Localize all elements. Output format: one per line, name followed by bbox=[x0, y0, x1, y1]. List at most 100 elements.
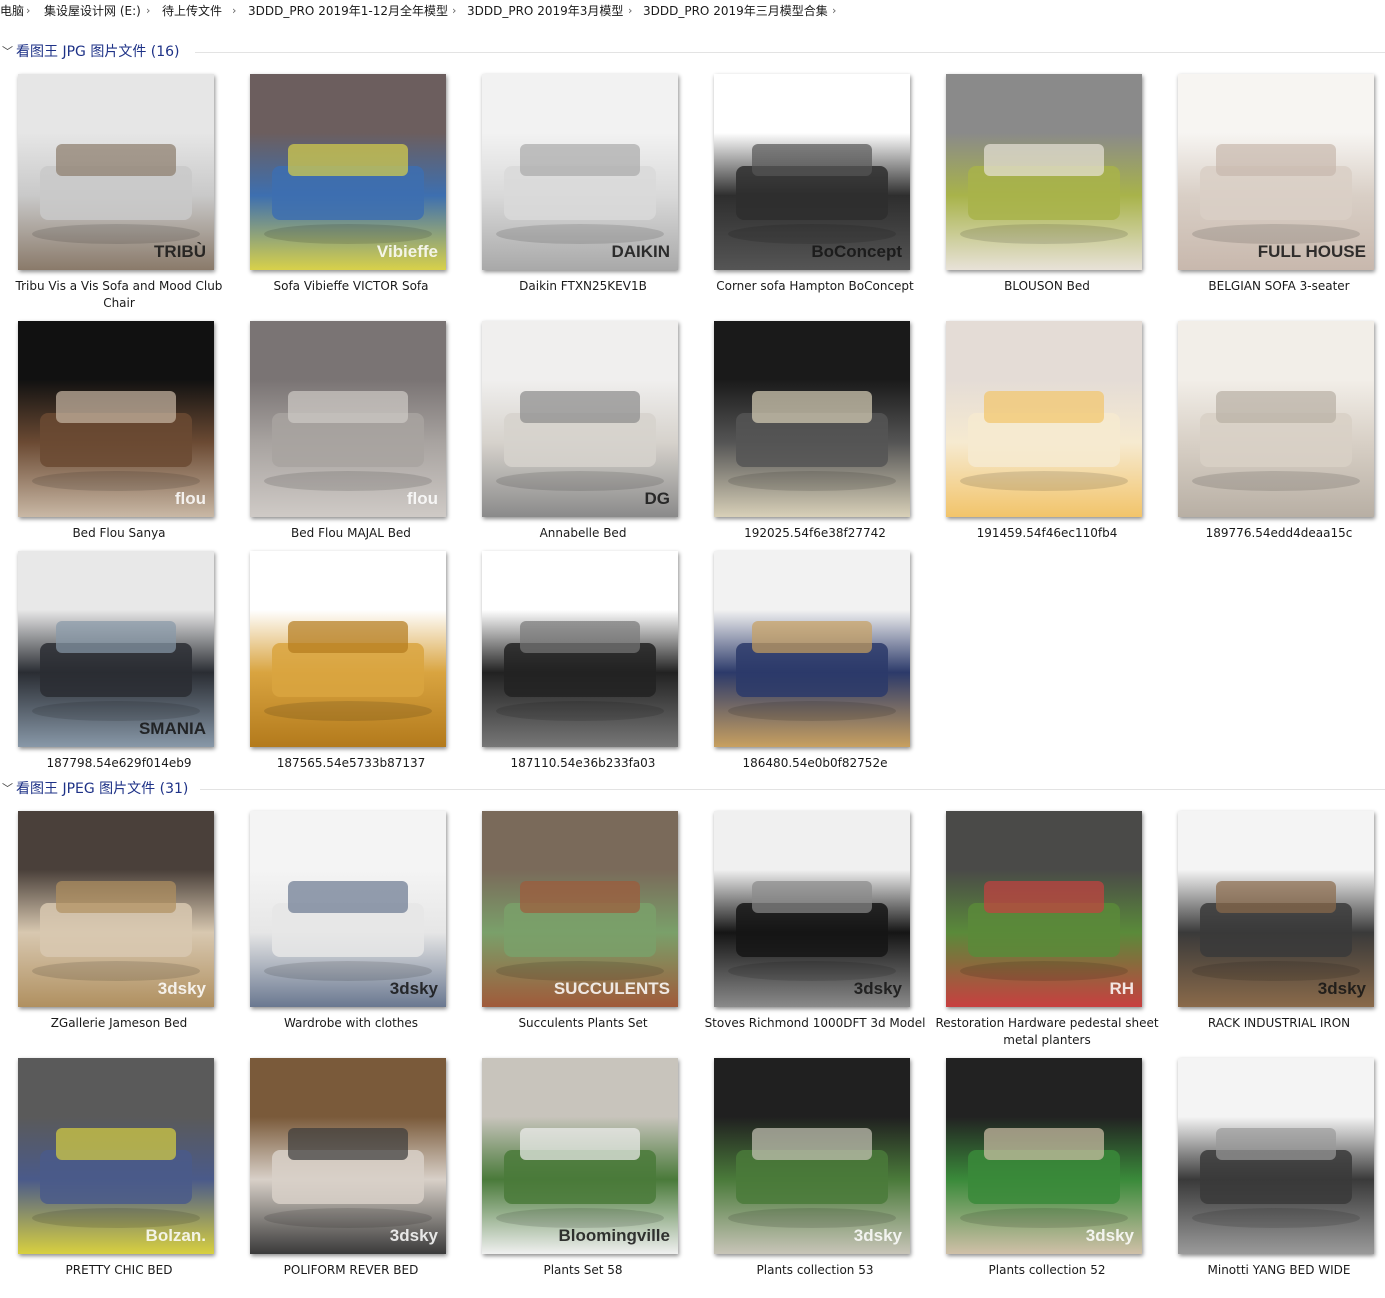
file-item[interactable]: Vibieffe Sofa Vibieffe VICTOR Sofa bbox=[232, 74, 462, 314]
thumbnail-image[interactable]: 3dsky bbox=[18, 811, 214, 1007]
object-shape bbox=[984, 881, 1104, 913]
file-name: POLIFORM REVER BED bbox=[283, 1263, 419, 1277]
breadcrumb-item[interactable]: 3DDD_PRO 2019年3月模型 bbox=[467, 0, 623, 22]
chevron-down-icon[interactable]: ﹀ bbox=[2, 40, 13, 64]
file-item[interactable]: 3dsky ZGallerie Jameson Bed bbox=[0, 811, 230, 1051]
file-item[interactable]: 186480.54e0b0f82752e bbox=[696, 551, 926, 791]
thumbnail-image[interactable]: DAIKIN bbox=[482, 74, 678, 270]
file-item[interactable]: 187565.54e5733b87137 bbox=[232, 551, 462, 791]
object-shape bbox=[56, 881, 176, 913]
object-shape bbox=[752, 144, 872, 176]
chevron-right-icon[interactable]: › bbox=[26, 0, 30, 22]
object-shadow bbox=[728, 1208, 896, 1228]
thumbnail-image[interactable]: 3dsky bbox=[714, 1058, 910, 1254]
file-item[interactable]: 3dsky Plants collection 53 bbox=[696, 1058, 926, 1298]
file-item[interactable]: Bolzan. PRETTY CHIC BED bbox=[0, 1058, 230, 1298]
file-item[interactable]: Bloomingville Plants Set 58 bbox=[464, 1058, 694, 1298]
file-item[interactable]: SMANIA 187798.54e629f014eb9 bbox=[0, 551, 230, 791]
object-shadow bbox=[32, 471, 200, 491]
file-name: Corner sofa Hampton BoConcept bbox=[716, 279, 914, 293]
chevron-right-icon[interactable]: › bbox=[232, 0, 236, 22]
object-shape bbox=[520, 391, 640, 423]
brand-watermark: flou bbox=[174, 489, 206, 508]
object-shape bbox=[984, 144, 1104, 176]
thumbnail-art bbox=[960, 144, 1128, 244]
thumbnail-art bbox=[496, 144, 664, 244]
thumbnail-image[interactable]: TRIBÙ bbox=[18, 74, 214, 270]
thumbnail-art bbox=[264, 881, 432, 981]
thumbnail-image[interactable] bbox=[946, 74, 1142, 270]
file-item[interactable]: Minotti YANG BED WIDE bbox=[1160, 1058, 1385, 1298]
thumbnail-art bbox=[496, 621, 664, 721]
file-item[interactable]: flou Bed Flou Sanya bbox=[0, 321, 230, 561]
brand-watermark: flou bbox=[406, 489, 438, 508]
chevron-down-icon[interactable]: ﹀ bbox=[2, 777, 13, 801]
thumbnail-image[interactable]: 3dsky bbox=[250, 811, 446, 1007]
file-item[interactable]: DG Annabelle Bed bbox=[464, 321, 694, 561]
file-item[interactable]: FULL HOUSE BELGIAN SOFA 3-seater bbox=[1160, 74, 1385, 314]
file-item[interactable]: RH Restoration Hardware pedestal sheet me… bbox=[928, 811, 1159, 1051]
breadcrumb-item[interactable]: 3DDD_PRO 2019年1-12月全年模型 bbox=[248, 0, 448, 22]
group-header[interactable]: ﹀ 看图王 JPEG 图片文件 (31) bbox=[0, 777, 1385, 801]
thumbnail-image[interactable]: flou bbox=[18, 321, 214, 517]
thumbnail-image[interactable] bbox=[714, 551, 910, 747]
object-shadow bbox=[1192, 224, 1360, 244]
chevron-right-icon[interactable]: › bbox=[628, 0, 632, 22]
thumbnail-image[interactable]: flou bbox=[250, 321, 446, 517]
file-item[interactable]: 3dsky RACK INDUSTRIAL IRON bbox=[1160, 811, 1385, 1051]
thumbnail-image[interactable] bbox=[1178, 1058, 1374, 1254]
thumbnail-art bbox=[264, 621, 432, 721]
breadcrumb-item[interactable]: 电脑 bbox=[0, 0, 24, 22]
thumbnail-image[interactable]: SUCCULENTS bbox=[482, 811, 678, 1007]
file-item[interactable]: 187110.54e36b233fa03 bbox=[464, 551, 694, 791]
brand-watermark: 3dsky bbox=[1085, 1226, 1134, 1245]
thumbnail-image[interactable]: BoConcept bbox=[714, 74, 910, 270]
thumbnail-image[interactable]: 3dsky bbox=[1178, 811, 1374, 1007]
file-name: Minotti YANG BED WIDE bbox=[1207, 1263, 1351, 1277]
file-item[interactable]: BoConcept Corner sofa Hampton BoConcept bbox=[696, 74, 926, 314]
thumbnail-image[interactable]: DG bbox=[482, 321, 678, 517]
thumbnail-image[interactable]: FULL HOUSE bbox=[1178, 74, 1374, 270]
object-shadow bbox=[496, 961, 664, 981]
thumbnail-image[interactable]: Vibieffe bbox=[250, 74, 446, 270]
brand-watermark: DG bbox=[644, 489, 671, 508]
thumbnail-image[interactable]: Bloomingville bbox=[482, 1058, 678, 1254]
brand-watermark: 3dsky bbox=[853, 1226, 902, 1245]
thumbnail-image[interactable]: RH bbox=[946, 811, 1142, 1007]
object-shape bbox=[1216, 144, 1336, 176]
file-item[interactable]: 191459.54f46ec110fb4 bbox=[928, 321, 1158, 561]
file-item[interactable]: 3dsky Wardrobe with clothes bbox=[232, 811, 462, 1051]
group-header[interactable]: ﹀ 看图王 JPG 图片文件 (16) bbox=[0, 40, 1385, 64]
thumbnail-image[interactable] bbox=[946, 321, 1142, 517]
file-item[interactable]: DAIKIN Daikin FTXN25KEV1B bbox=[464, 74, 694, 314]
file-item[interactable]: 3dsky Stoves Richmond 1000DFT 3d Model bbox=[696, 811, 926, 1051]
thumbnail-image[interactable]: SMANIA bbox=[18, 551, 214, 747]
thumbnail-image[interactable] bbox=[250, 551, 446, 747]
object-shadow bbox=[960, 1208, 1128, 1228]
breadcrumb-item[interactable]: 集设屋设计网 (E:) bbox=[44, 0, 141, 22]
object-shadow bbox=[728, 471, 896, 491]
thumbnail-image[interactable]: 3dsky bbox=[946, 1058, 1142, 1254]
chevron-right-icon[interactable]: › bbox=[146, 0, 150, 22]
thumbnail-image[interactable]: 3dsky bbox=[714, 811, 910, 1007]
object-shape bbox=[56, 391, 176, 423]
file-item[interactable]: TRIBÙ Tribu Vis a Vis Sofa and Mood Club … bbox=[0, 74, 230, 314]
thumbnail-image[interactable] bbox=[1178, 321, 1374, 517]
file-item[interactable]: SUCCULENTS Succulents Plants Set bbox=[464, 811, 694, 1051]
chevron-right-icon[interactable]: › bbox=[452, 0, 456, 22]
breadcrumb-item[interactable]: 3DDD_PRO 2019年三月模型合集 bbox=[643, 0, 828, 22]
file-item[interactable]: 189776.54edd4deaa15c bbox=[1160, 321, 1385, 561]
thumbnail-image[interactable]: Bolzan. bbox=[18, 1058, 214, 1254]
thumbnail-image[interactable] bbox=[714, 321, 910, 517]
thumbnail-image[interactable]: 3dsky bbox=[250, 1058, 446, 1254]
file-item[interactable]: 3dsky Plants collection 52 bbox=[928, 1058, 1158, 1298]
thumbnail-image[interactable] bbox=[482, 551, 678, 747]
file-item[interactable]: BLOUSON Bed bbox=[928, 74, 1158, 314]
chevron-right-icon[interactable]: › bbox=[832, 0, 836, 22]
file-item[interactable]: 3dsky POLIFORM REVER BED bbox=[232, 1058, 462, 1298]
breadcrumb-item[interactable]: 待上传文件 bbox=[162, 0, 222, 22]
file-item[interactable]: flou Bed Flou MAJAL Bed bbox=[232, 321, 462, 561]
file-item[interactable]: 192025.54f6e38f27742 bbox=[696, 321, 926, 561]
object-shadow bbox=[728, 961, 896, 981]
file-name: BELGIAN SOFA 3-seater bbox=[1208, 279, 1350, 293]
